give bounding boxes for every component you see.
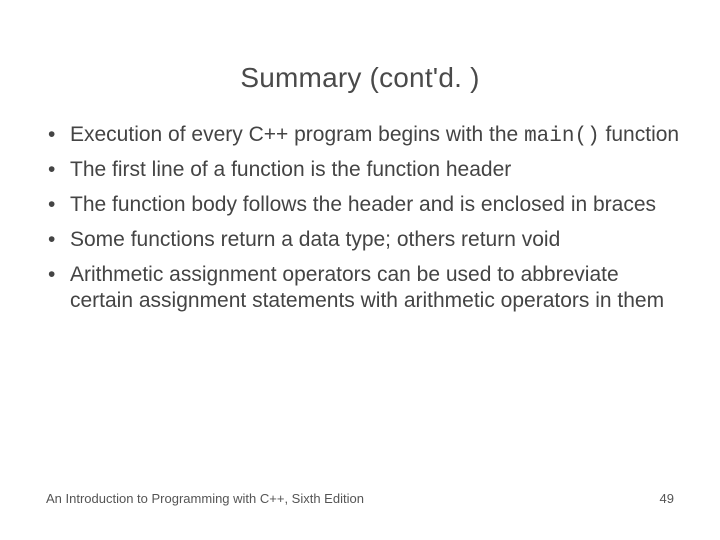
bullet-text-pre: Execution of every C++ program begins wi… (70, 123, 524, 146)
bullet-text-pre: The first line of a function is the func… (70, 158, 511, 181)
slide: Summary (cont'd. ) Execution of every C+… (0, 0, 720, 540)
list-item: Execution of every C++ program begins wi… (48, 122, 680, 151)
list-item: Arithmetic assignment operators can be u… (48, 262, 680, 318)
slide-footer: An Introduction to Programming with C++,… (46, 491, 674, 506)
bullet-text-pre: Some functions return a data type; other… (70, 228, 560, 251)
slide-title: Summary (cont'd. ) (40, 0, 680, 122)
bullet-text-post: function (600, 123, 679, 146)
list-item: Some functions return a data type; other… (48, 227, 680, 256)
bullet-text-code: main() (524, 125, 600, 148)
bullet-text-pre: The function body follows the header and… (70, 193, 656, 216)
footer-book-title: An Introduction to Programming with C++,… (46, 491, 364, 506)
bullet-list: Execution of every C++ program begins wi… (40, 122, 680, 317)
list-item: The first line of a function is the func… (48, 157, 680, 186)
footer-page-number: 49 (660, 491, 674, 506)
list-item: The function body follows the header and… (48, 192, 680, 221)
bullet-text-pre: Arithmetic assignment operators can be u… (70, 263, 664, 313)
